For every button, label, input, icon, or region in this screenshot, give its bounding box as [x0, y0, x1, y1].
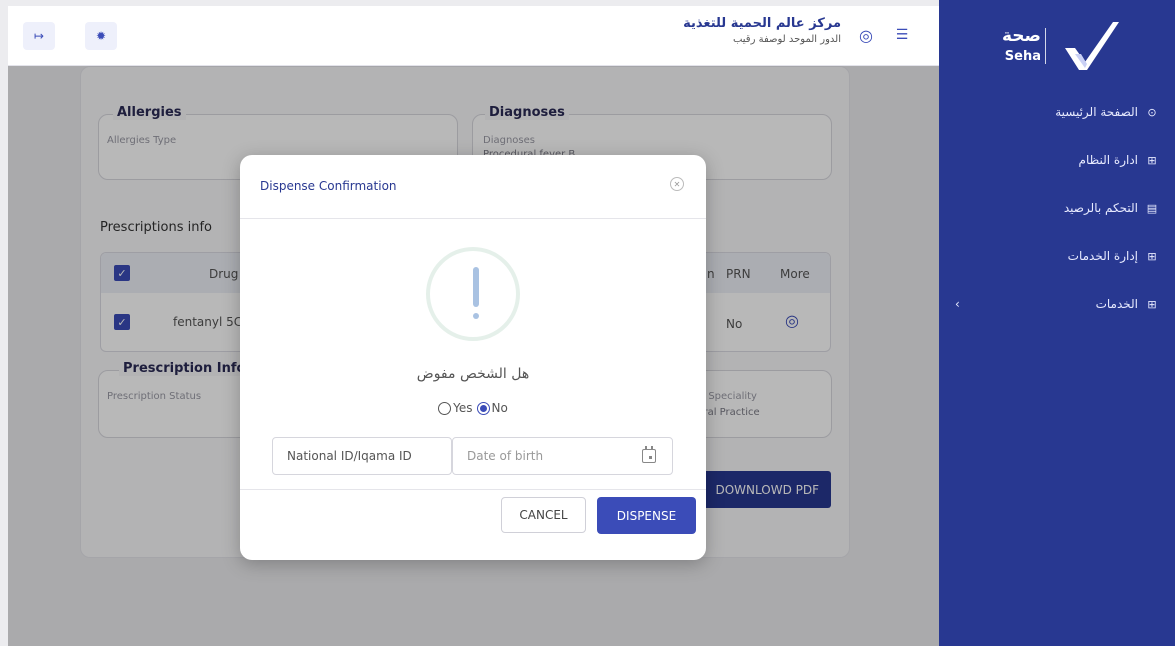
brand-name-arabic: صحة — [1002, 26, 1041, 46]
modal-footer-divider — [240, 489, 706, 490]
cancel-button[interactable]: CANCEL — [501, 497, 586, 533]
wallet-icon: ▤ — [1146, 201, 1158, 215]
brand-divider — [1045, 28, 1046, 64]
sidebar-item-services-admin[interactable]: إدارة الخدمات ⊞ — [939, 232, 1175, 280]
grid-icon: ⊞ — [1147, 249, 1157, 263]
exclamation-bar — [473, 267, 479, 307]
sidebar-item-label: الخدمات — [1095, 297, 1138, 311]
top-bar: ↦ ✹ مركز عالم الحمية للتغذية الدور الموح… — [8, 6, 939, 66]
radio-no[interactable]: No — [476, 401, 508, 415]
profile-icon[interactable]: ◎ — [855, 24, 877, 46]
sidebar-item-label: التحكم بالرصيد — [1063, 201, 1138, 215]
sidebar-item-balance-control[interactable]: التحكم بالرصيد ▤ — [939, 184, 1175, 232]
settings-button[interactable]: ✹ — [85, 22, 117, 50]
radio-yes-circle[interactable] — [438, 401, 452, 415]
authorized-radio-group: Yes No — [240, 401, 706, 415]
radio-no-label: No — [491, 401, 508, 415]
sidebar-item-system-admin[interactable]: ادارة النظام ⊞ — [939, 136, 1175, 184]
exclamation-icon — [426, 247, 520, 341]
facility-name: مركز عالم الحمية للتغذية — [683, 16, 841, 31]
grid-icon: ⊞ — [1147, 297, 1157, 311]
exclamation-dot — [473, 313, 479, 319]
sidebar-item-home[interactable]: الصفحة الرئيسية ⊙ — [939, 88, 1175, 136]
checkmark-logo-icon — [1065, 22, 1119, 70]
logout-button[interactable]: ↦ — [23, 22, 55, 50]
authorized-person-question: هل الشخص مفوض — [416, 366, 530, 382]
dispense-confirmation-modal: Dispense Confirmation ✕ هل الشخص مفوض Ye… — [240, 155, 706, 560]
facility-title-block: مركز عالم الحمية للتغذية الدور الموحد لو… — [683, 16, 841, 45]
modal-title: Dispense Confirmation — [260, 179, 397, 193]
modal-header: Dispense Confirmation ✕ — [240, 155, 706, 219]
close-icon[interactable]: ✕ — [670, 177, 684, 191]
menu-icon[interactable]: ☰ — [891, 24, 913, 46]
grid-icon: ⊞ — [1147, 153, 1157, 167]
logout-icon: ↦ — [33, 29, 45, 43]
calendar-icon[interactable] — [642, 446, 656, 463]
national-id-input[interactable] — [287, 449, 451, 463]
radio-no-circle[interactable] — [476, 401, 490, 415]
sidebar-nav: الصفحة الرئيسية ⊙ ادارة النظام ⊞ التحكم … — [939, 88, 1175, 328]
seha-logo[interactable]: صحة Seha — [979, 18, 1139, 78]
sidebar-item-label: ادارة النظام — [1078, 153, 1138, 167]
brand-name-english: Seha — [1004, 49, 1041, 64]
sidebar-item-services[interactable]: ‹ الخدمات ⊞ — [939, 280, 1175, 328]
national-id-field[interactable] — [272, 437, 452, 475]
role-subtitle: الدور الموحد لوصفة رقيب — [732, 34, 841, 45]
dispense-button[interactable]: DISPENSE — [597, 497, 696, 534]
gear-icon: ✹ — [95, 29, 107, 43]
sidebar: صحة Seha الصفحة الرئيسية ⊙ ادارة النظام … — [939, 0, 1175, 646]
dashboard-icon: ⊙ — [1147, 105, 1157, 119]
radio-yes[interactable]: Yes — [438, 401, 473, 415]
radio-yes-label: Yes — [453, 401, 473, 415]
sidebar-item-label: الصفحة الرئيسية — [1055, 105, 1138, 119]
date-of-birth-field[interactable] — [452, 437, 673, 475]
sidebar-item-label: إدارة الخدمات — [1067, 249, 1138, 263]
chevron-left-icon[interactable]: ‹ — [955, 297, 960, 311]
